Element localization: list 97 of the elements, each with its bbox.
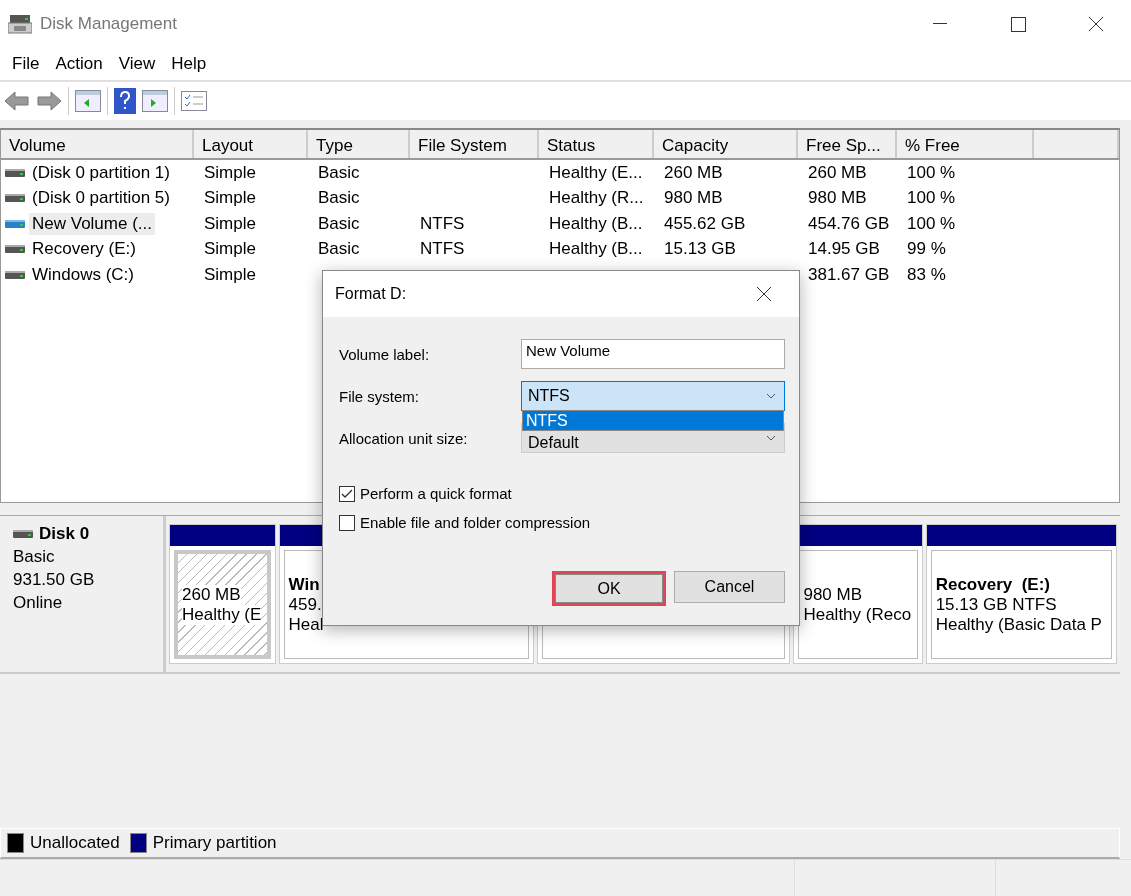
- checkbox[interactable]: [339, 485, 355, 502]
- table-cell-text: Simple: [203, 239, 257, 260]
- checkbox[interactable]: [339, 514, 355, 531]
- table-cell-text: 260 MB: [663, 162, 724, 183]
- menu-item[interactable]: File: [4, 54, 48, 74]
- dialog-title: Format D:: [335, 285, 408, 303]
- table-cell-text: Basic: [317, 188, 361, 209]
- partition-title: Win: [288, 574, 321, 595]
- column-header[interactable]: Free Sp...: [798, 130, 897, 158]
- field-label: Volume label:: [339, 345, 431, 363]
- table-cell-text: 454.76 GB: [807, 213, 891, 234]
- legend-label: Unallocated: [30, 833, 120, 853]
- volume-name[interactable]: Recovery (E:): [29, 238, 139, 261]
- help-icon[interactable]: [114, 88, 136, 114]
- table-cell-text: Healthy (B...: [548, 239, 644, 260]
- column-header[interactable]: Capacity: [654, 130, 798, 158]
- table-cell-text: 99 %: [906, 239, 947, 260]
- field-label: Allocation unit size:: [339, 429, 469, 447]
- table-cell-text: Healthy (B...: [548, 213, 644, 234]
- table-cell-text: 100 %: [906, 213, 957, 234]
- drive-icon: [5, 218, 25, 229]
- menu-item[interactable]: Help: [163, 54, 215, 74]
- partition-info: 980 MB: [803, 584, 863, 605]
- table-cell-text: Basic: [317, 239, 361, 260]
- window-pane-icon[interactable]: [142, 90, 168, 112]
- table-cell-text: 83 %: [906, 264, 947, 285]
- back-arrow-icon[interactable]: [4, 89, 30, 113]
- disk-drive-icon: [8, 13, 32, 35]
- caret-icon: [766, 393, 776, 399]
- drive-icon: [5, 167, 25, 178]
- table-cell-text: Simple: [203, 213, 257, 234]
- dialog-button[interactable]: Cancel: [674, 571, 785, 603]
- partition-info: Healthy (Basic Data P: [935, 614, 1102, 635]
- menu-item[interactable]: View: [110, 54, 164, 74]
- close-icon[interactable]: [1088, 16, 1104, 32]
- table-cell-text: NTFS: [419, 239, 466, 260]
- table-cell-text: NTFS: [419, 213, 466, 234]
- menu-item[interactable]: Action: [47, 54, 111, 74]
- window-title: Disk Management: [40, 14, 178, 34]
- partition-title: Recovery (E:): [935, 574, 1051, 595]
- table-cell-text: 381.67 GB: [807, 264, 891, 285]
- caret-icon: [766, 435, 776, 441]
- window-pane-icon[interactable]: [75, 90, 101, 112]
- table-cell-text: Simple: [203, 162, 257, 183]
- close-icon[interactable]: [756, 286, 772, 302]
- partition-info: Healthy (E: [182, 604, 262, 625]
- maximize-icon[interactable]: [1010, 16, 1026, 32]
- column-header[interactable]: Volume: [1, 130, 194, 158]
- partition-info: 15.13 GB NTFS: [935, 594, 1057, 615]
- table-cell-text: Simple: [203, 264, 257, 285]
- checklist-icon[interactable]: [181, 91, 207, 111]
- checkbox-label[interactable]: Enable file and folder compression: [360, 514, 591, 531]
- table-cell-text: 15.13 GB: [663, 239, 737, 260]
- disk-status: Online: [13, 593, 64, 613]
- forward-arrow-icon[interactable]: [36, 89, 62, 113]
- minimize-icon[interactable]: [933, 23, 947, 25]
- drive-icon: [5, 244, 25, 255]
- column-header[interactable]: Type: [308, 130, 410, 158]
- volume-name[interactable]: New Volume (...: [29, 212, 155, 235]
- partition-info: Healthy (Reco: [803, 604, 912, 625]
- field-label: File system:: [339, 387, 420, 405]
- table-cell-text: Healthy (E...: [548, 162, 644, 183]
- table-cell-text: 100 %: [906, 188, 957, 209]
- disk-size: 931.50 GB: [13, 570, 96, 590]
- table-cell-text: 455.62 GB: [663, 213, 747, 234]
- dialog-button[interactable]: OK: [552, 571, 666, 606]
- column-header[interactable]: File System: [410, 130, 539, 158]
- table-cell-text: 980 MB: [663, 188, 724, 209]
- dropdown-option[interactable]: NTFS: [523, 411, 783, 430]
- volume-name[interactable]: (Disk 0 partition 1): [29, 161, 173, 184]
- table-cell-text: Basic: [317, 162, 361, 183]
- column-header[interactable]: Layout: [194, 130, 308, 158]
- table-cell-text: Simple: [203, 188, 257, 209]
- drive-icon: [13, 529, 33, 539]
- volume-name[interactable]: Windows (C:): [29, 263, 137, 286]
- partition-block[interactable]: 260 MB Healthy (E: [169, 524, 276, 664]
- drive-icon: [5, 193, 25, 204]
- table-cell-text: 14.95 GB: [807, 239, 881, 260]
- partition-info: Heal: [288, 614, 324, 635]
- volume-label-field[interactable]: New Volume: [521, 339, 785, 369]
- table-cell-text: 980 MB: [807, 188, 868, 209]
- column-header[interactable]: Status: [539, 130, 654, 158]
- table-cell-text: 260 MB: [807, 162, 868, 183]
- disk-type: Basic: [13, 547, 56, 567]
- table-cell-text: Healthy (R...: [548, 188, 645, 209]
- column-header[interactable]: % Free: [897, 130, 1034, 158]
- disk-name: Disk 0: [39, 524, 90, 544]
- volume-name[interactable]: (Disk 0 partition 5): [29, 187, 173, 210]
- checkbox-label[interactable]: Perform a quick format: [360, 485, 512, 502]
- table-cell-text: 100 %: [906, 162, 957, 183]
- legend-label: Primary partition: [152, 833, 277, 853]
- partition-block[interactable]: Recovery (E:) 15.13 GB NTFS Healthy (Basic Data P: [925, 524, 1117, 664]
- table-cell-text: Basic: [317, 213, 361, 234]
- partition-info: 459.: [288, 594, 322, 615]
- partition-block[interactable]: 980 MB Healthy (Reco: [793, 524, 923, 664]
- partition-info: 260 MB: [182, 584, 241, 605]
- drive-icon: [5, 269, 25, 280]
